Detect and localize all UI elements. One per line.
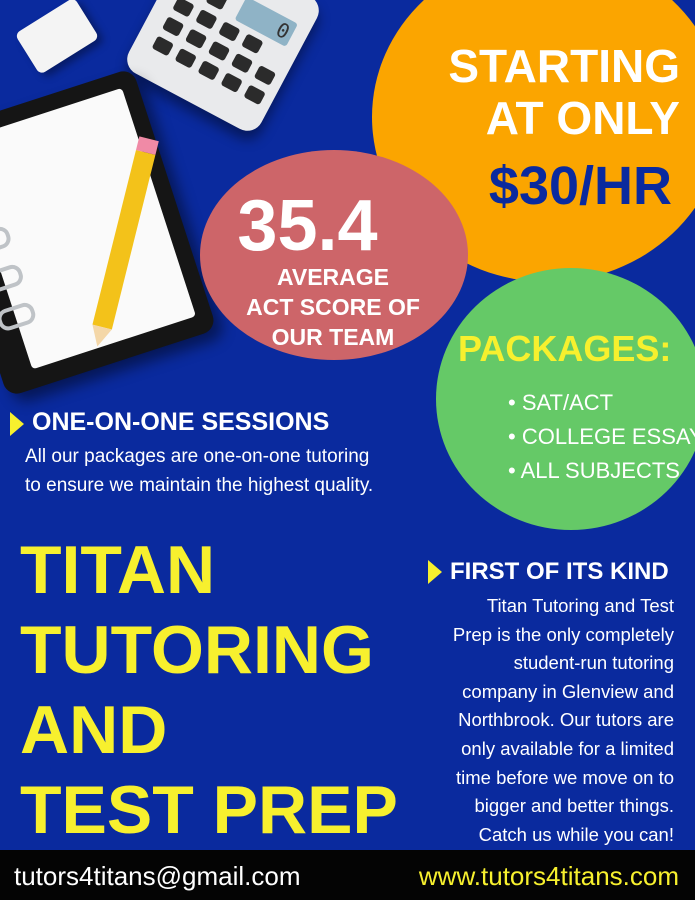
price-line-2: AT ONLY <box>485 92 680 144</box>
contact-email-link[interactable]: tutors4titans@gmail.com <box>14 860 301 892</box>
title-line-4: TEST PREP <box>20 772 398 848</box>
first-of-kind-heading: FIRST OF ITS KIND <box>450 558 669 585</box>
sessions-description: All our packages are one-on-one tutoring… <box>25 442 425 500</box>
description-line: Northbrook. Our tutors are <box>458 709 674 731</box>
title-line-1: TITAN <box>20 532 216 608</box>
description-line: only available for a limited <box>461 737 674 759</box>
eraser-icon <box>14 0 100 75</box>
first-of-kind-description: Titan Tutoring and Test Prep is the only… <box>410 592 674 849</box>
arrow-icon <box>428 560 442 584</box>
description-line: Prep is the only completely <box>452 623 674 645</box>
arrow-icon <box>10 412 24 436</box>
title-line-3: AND <box>20 692 168 768</box>
notebook-icon <box>0 67 218 398</box>
sessions-heading: ONE-ON-ONE SESSIONS <box>32 408 330 436</box>
footer-bar: tutors4titans@gmail.com www.tutors4titan… <box>0 850 695 900</box>
description-line: time before we move on to <box>456 766 674 788</box>
description-line: Catch us while you can! <box>478 823 674 845</box>
price-heading: STARTING AT ONLY <box>422 40 680 144</box>
packages-title: PACKAGES: <box>458 328 672 369</box>
act-score-label: AVERAGE ACT SCORE OF OUR TEAM <box>228 262 438 352</box>
act-score-value: 35.4 <box>237 186 378 266</box>
flyer: 0 STARTING AT ONLY $30/HR 35.4 AVERAGE A… <box>0 0 695 900</box>
price-line-1: STARTING <box>448 40 680 92</box>
description-line: Titan Tutoring and Test <box>486 595 674 616</box>
list-item: • COLLEGE ESSAYS <box>508 424 695 449</box>
sessions-line-2: to ensure we maintain the highest qualit… <box>25 475 374 496</box>
description-line: student-run tutoring <box>513 652 674 674</box>
list-item: • SAT/ACT <box>508 390 614 415</box>
price-amount: $30/HR <box>488 156 672 216</box>
score-label-line-1: AVERAGE <box>276 264 390 290</box>
score-label-line-3: OUR TEAM <box>271 324 395 350</box>
main-title: TITAN TUTORING AND TEST PREP <box>20 530 420 850</box>
sessions-line-1: All our packages are one-on-one tutoring <box>25 446 370 467</box>
description-line: bigger and better things. <box>474 795 674 817</box>
list-item: • ALL SUBJECTS <box>508 458 680 483</box>
score-label-line-2: ACT SCORE OF <box>246 294 420 320</box>
description-line: company in Glenview and <box>462 680 674 702</box>
website-link[interactable]: www.tutors4titans.com <box>419 860 679 892</box>
packages-list: • SAT/ACT • COLLEGE ESSAYS • ALL SUBJECT… <box>508 386 695 488</box>
calculator-icon: 0 <box>121 0 325 137</box>
title-line-2: TUTORING <box>20 612 374 688</box>
